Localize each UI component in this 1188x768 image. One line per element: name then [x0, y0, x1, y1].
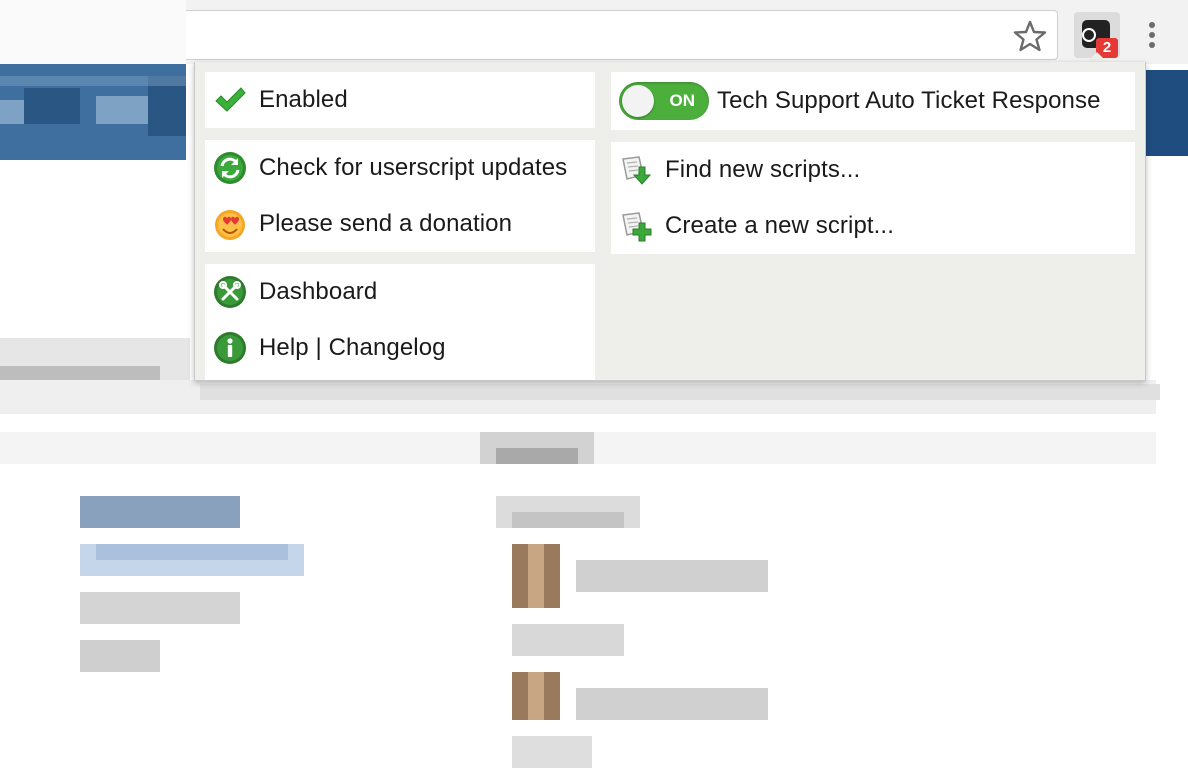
bookmark-star-icon[interactable]	[1012, 18, 1048, 54]
updates-panel: Check for userscript updates Please send…	[205, 140, 595, 252]
find-scripts-item[interactable]: Find new scripts...	[619, 148, 860, 192]
donation-label: Please send a donation	[259, 210, 513, 237]
find-scripts-label: Find new scripts...	[665, 156, 861, 183]
blurred-text	[512, 512, 624, 528]
blurred-text	[576, 688, 768, 720]
page-header-blurred	[0, 64, 186, 160]
enabled-panel: Enabled	[205, 72, 595, 128]
create-script-item[interactable]: Create a new script...	[619, 204, 894, 248]
blurred-text	[576, 560, 768, 592]
donation-item[interactable]: Please send a donation	[213, 202, 512, 246]
tampermonkey-icon-eye	[1082, 28, 1096, 42]
dashboard-panel: Dashboard Help | Changelog	[205, 264, 595, 380]
blurred-text	[512, 624, 624, 656]
heart-eyes-icon	[215, 210, 245, 240]
script-toggle-panel: ON Tech Support Auto Ticket Response	[611, 72, 1135, 130]
help-changelog-label: Help | Changelog	[259, 334, 446, 361]
script-name-label: Tech Support Auto Ticket Response	[717, 87, 1101, 114]
create-script-label: Create a new script...	[665, 212, 894, 239]
address-bar[interactable]	[186, 10, 1058, 60]
scripts-panel: Find new scripts... Create a new script.…	[611, 142, 1135, 254]
blurred-text	[80, 592, 240, 624]
browser-window: 2 Enabled ON Tech Support Auto Ticket Re…	[0, 0, 1188, 768]
help-changelog-item[interactable]: Help | Changelog	[213, 326, 446, 370]
enabled-toggle-item[interactable]: Enabled	[213, 78, 348, 122]
blurred-link	[80, 496, 240, 528]
download-script-icon	[622, 156, 652, 185]
page-header-blurred-right	[1144, 70, 1188, 156]
tampermonkey-popup: Enabled ON Tech Support Auto Ticket Resp…	[194, 62, 1146, 381]
script-toggle-switch[interactable]: ON	[619, 82, 709, 120]
toolbar-left-area	[0, 0, 186, 64]
blurred-link	[96, 544, 288, 560]
enabled-label: Enabled	[259, 86, 348, 113]
blurred-text	[80, 640, 160, 672]
toggle-state-label: ON	[669, 91, 696, 110]
dashboard-label: Dashboard	[259, 278, 378, 305]
add-script-icon	[622, 212, 652, 242]
script-toggle-item[interactable]: ON Tech Support Auto Ticket Response	[619, 79, 1101, 123]
check-icon	[215, 87, 246, 112]
toggle-knob	[622, 85, 654, 117]
blurred-text	[496, 448, 578, 464]
check-updates-item[interactable]: Check for userscript updates	[213, 146, 567, 190]
blurred-avatar	[528, 672, 544, 720]
info-icon	[214, 332, 246, 364]
blurred-text	[200, 384, 1160, 400]
dashboard-item[interactable]: Dashboard	[213, 270, 377, 314]
browser-menu-icon[interactable]	[1140, 18, 1164, 54]
blurred-avatar	[528, 544, 544, 608]
refresh-icon	[214, 152, 246, 184]
blurred-text	[512, 736, 592, 768]
tools-icon	[214, 276, 246, 308]
check-updates-label: Check for userscript updates	[259, 154, 568, 181]
browser-toolbar: 2	[0, 0, 1188, 64]
